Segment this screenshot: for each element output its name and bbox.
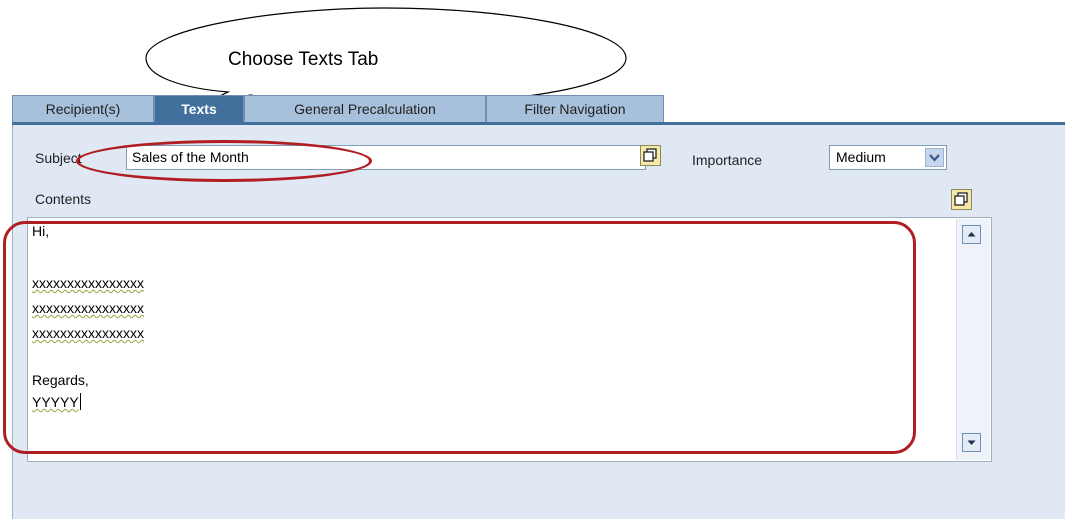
scroll-down-button[interactable] bbox=[962, 433, 981, 452]
scroll-up-arrow-icon bbox=[967, 232, 976, 237]
callout-text: Choose Texts Tab bbox=[228, 49, 379, 70]
tab-strip: Recipient(s) Texts General Precalculatio… bbox=[12, 95, 664, 124]
contents-highlight-oval bbox=[3, 221, 916, 454]
scroll-up-button[interactable] bbox=[962, 225, 981, 244]
vertical-scrollbar[interactable] bbox=[956, 219, 990, 460]
expand-contents-button[interactable] bbox=[951, 189, 972, 210]
expand-window-icon bbox=[954, 192, 968, 206]
subject-highlight-oval bbox=[76, 140, 372, 182]
tab-filter-navigation[interactable]: Filter Navigation bbox=[486, 95, 664, 123]
expand-subject-button[interactable] bbox=[640, 145, 661, 166]
chevron-down-icon bbox=[929, 154, 940, 162]
subject-label: Subject bbox=[35, 150, 82, 166]
expand-window-icon bbox=[643, 148, 657, 162]
tab-texts[interactable]: Texts bbox=[154, 95, 244, 123]
tab-recipients[interactable]: Recipient(s) bbox=[12, 95, 154, 123]
tab-general-precalculation[interactable]: General Precalculation bbox=[244, 95, 486, 123]
importance-label: Importance bbox=[692, 152, 763, 168]
importance-dropdown-arrow[interactable] bbox=[925, 148, 944, 167]
scroll-down-arrow-icon bbox=[967, 440, 976, 445]
importance-value: Medium bbox=[836, 149, 886, 165]
contents-label: Contents bbox=[35, 191, 92, 207]
importance-select[interactable]: Medium bbox=[829, 145, 947, 170]
